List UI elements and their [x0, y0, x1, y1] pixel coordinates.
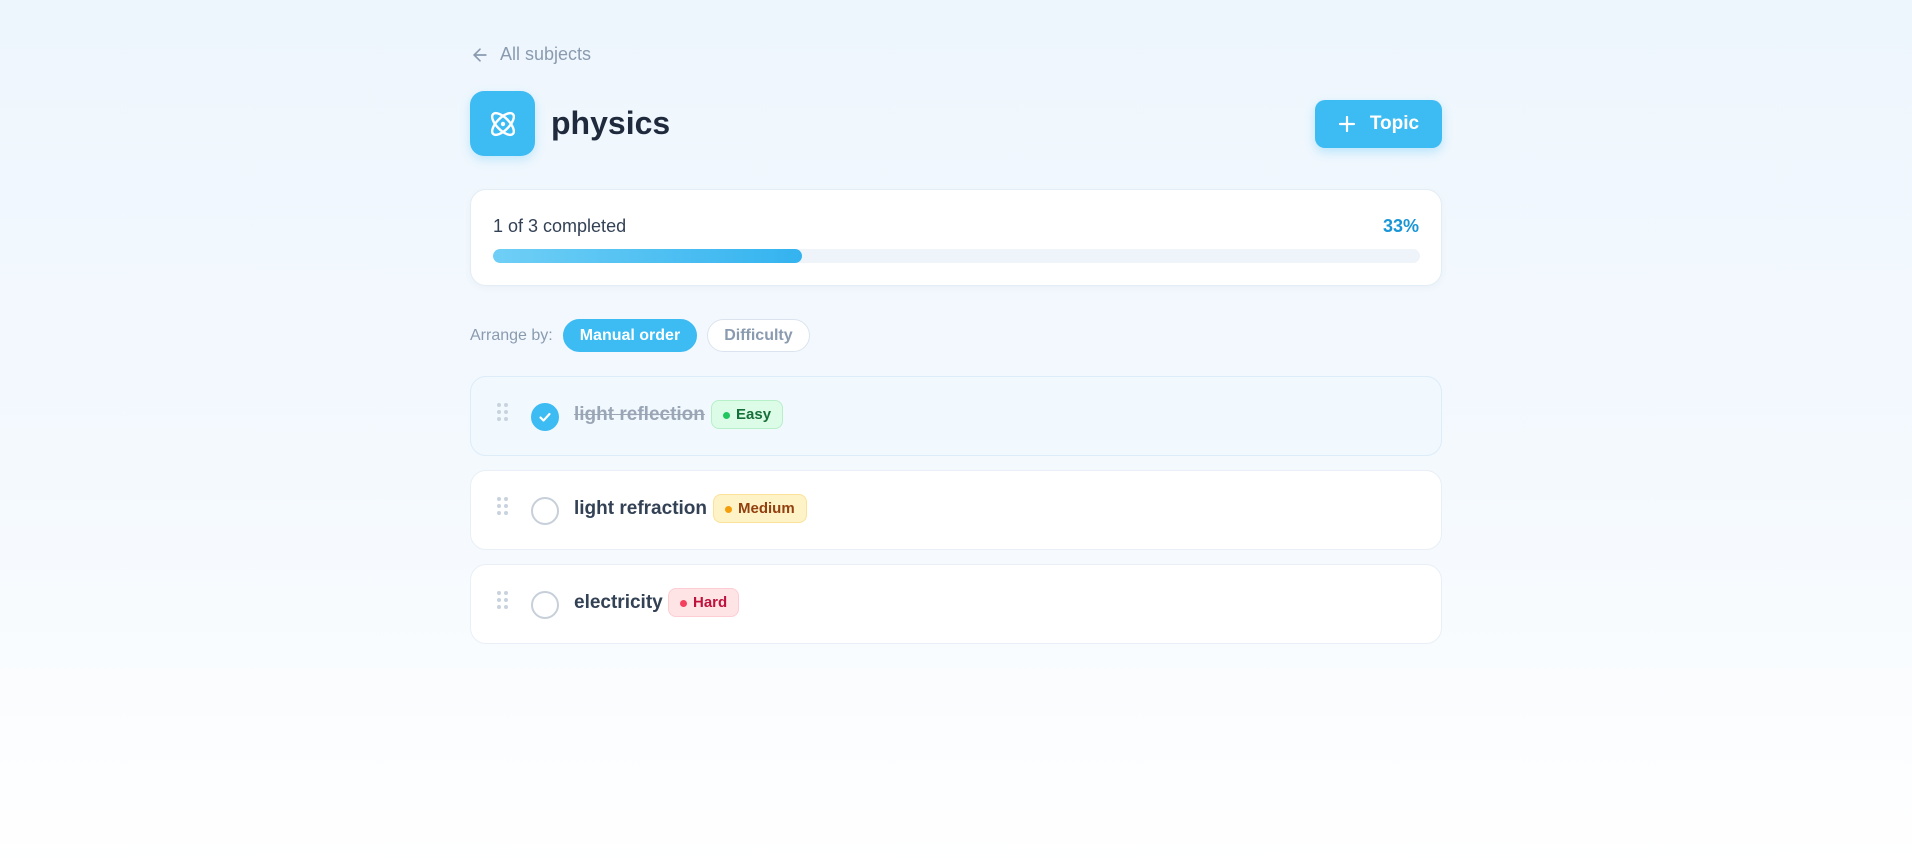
- add-topic-button[interactable]: Topic: [1315, 100, 1442, 148]
- checkmark-icon: [539, 412, 551, 422]
- arrange-label: Arrange by:: [470, 326, 553, 344]
- add-topic-label: Topic: [1369, 113, 1420, 134]
- difficulty-badge: Easy: [711, 400, 784, 429]
- plus-icon: [1338, 115, 1355, 133]
- arrange-difficulty-button[interactable]: Difficulty: [707, 319, 810, 352]
- subject-icon-tile: [470, 91, 535, 156]
- arrange-control: Arrange by: Manual order Difficulty: [470, 319, 810, 352]
- topic-item[interactable]: light reflection Easy: [470, 376, 1442, 456]
- page-title: physics: [551, 105, 671, 141]
- subject-header: physics Topic: [470, 91, 1442, 156]
- progress-fill: [493, 249, 802, 263]
- back-link[interactable]: All subjects: [470, 44, 591, 65]
- drag-handle-icon[interactable]: [497, 591, 508, 609]
- drag-handle-icon[interactable]: [497, 403, 508, 421]
- back-link-label[interactable]: All subjects: [500, 44, 591, 65]
- drag-handle-icon[interactable]: [497, 497, 508, 515]
- topic-checkbox[interactable]: [531, 403, 559, 431]
- arrange-manual-order-button[interactable]: Manual order: [562, 319, 698, 352]
- topic-item[interactable]: electricity Hard: [470, 564, 1442, 644]
- topic-name: electricity: [574, 592, 663, 613]
- progress-percent: 33%: [1382, 216, 1419, 236]
- difficulty-badge: Medium: [713, 494, 807, 523]
- progress-track: [493, 249, 1420, 263]
- topic-name: light reflection: [574, 404, 705, 425]
- progress-summary: 1 of 3 completed: [493, 216, 627, 236]
- progress-card: 1 of 3 completed 33%: [470, 189, 1442, 286]
- difficulty-badge: Hard: [668, 588, 740, 617]
- arrow-left-icon: [473, 47, 487, 62]
- topic-item[interactable]: light refraction Medium: [470, 470, 1442, 550]
- topic-checkbox[interactable]: [531, 591, 559, 619]
- atom-icon: [490, 111, 515, 136]
- topic-checkbox[interactable]: [531, 497, 559, 525]
- topic-name: light refraction: [574, 498, 708, 519]
